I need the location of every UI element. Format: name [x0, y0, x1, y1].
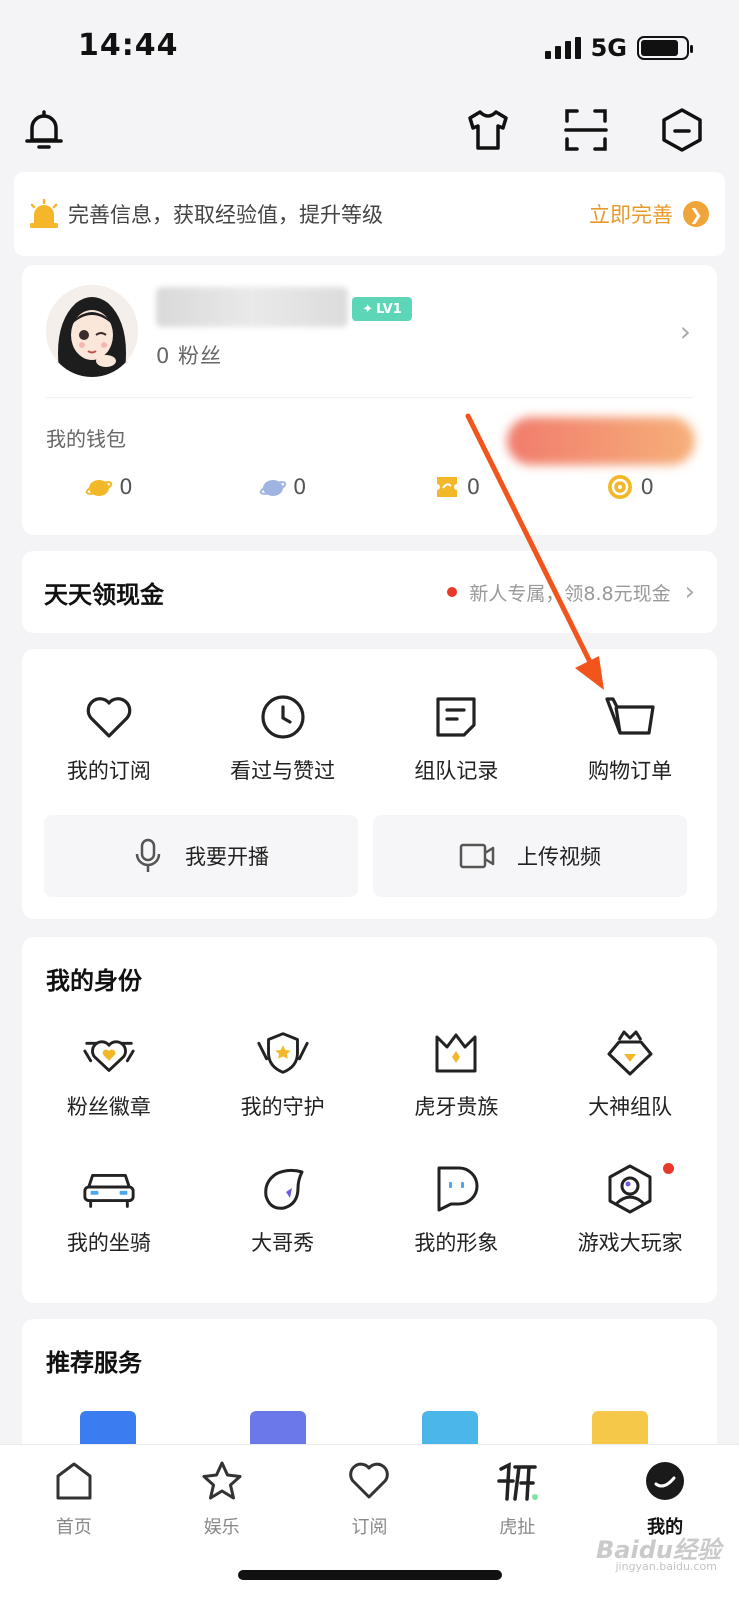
nav-huche[interactable]: 虎扯 [443, 1459, 591, 1539]
home-indicator [238, 1570, 502, 1580]
game-player-button[interactable]: 游戏大玩家 [543, 1161, 717, 1257]
ticket-icon [436, 477, 457, 497]
my-mount-button[interactable]: 我的坐骑 [22, 1161, 196, 1257]
identity-card: 我的身份 粉丝徽章 我的守护 虎牙贵族 大神组队 我的坐骑 大哥秀 我的形象 游… [22, 937, 717, 1303]
shopping-orders-button[interactable]: 购物订单 [543, 689, 717, 785]
avatar-image-icon [437, 1166, 479, 1212]
daily-cash-row[interactable]: 天天领现金 新人专属，领8.8元现金 › [22, 551, 717, 633]
team-records-button[interactable]: 组队记录 [370, 689, 544, 785]
history-likes-button[interactable]: 看过与赞过 [196, 689, 370, 785]
status-indicators: 5G [544, 34, 693, 62]
signal-icon [544, 37, 581, 59]
level-badge: ✦ LV1 [352, 297, 412, 321]
wallet-label: 我的钱包 [46, 427, 126, 451]
wallet-item-gold-bean[interactable]: 0 [22, 473, 196, 501]
divider [46, 397, 693, 398]
identity-title: 我的身份 [46, 967, 142, 995]
nav-entertainment[interactable]: 娱乐 [148, 1459, 296, 1539]
red-dot [663, 1163, 675, 1174]
nav-home[interactable]: 首页 [0, 1459, 148, 1539]
video-camera-icon [459, 843, 495, 869]
heart-icon [349, 1462, 390, 1499]
watermark-url: jingyan.baidu.com [615, 1560, 717, 1573]
profile-card: ✦ LV1 0 粉丝 › 我的钱包 0 0 0 0 [22, 265, 717, 535]
network-label: 5G [590, 34, 627, 62]
silver-bean-icon [259, 480, 287, 496]
status-time: 14:44 [78, 28, 179, 63]
complete-info-banner[interactable]: 完善信息，获取经验值，提升等级 立即完善 ❯ [14, 172, 725, 256]
crown-icon [435, 1033, 477, 1073]
huya-noble-button[interactable]: 虎牙贵族 [370, 1025, 544, 1121]
cart-icon [605, 697, 655, 735]
tshirt-icon[interactable] [464, 106, 512, 154]
game-player-icon [608, 1164, 652, 1214]
guard-icon [257, 1032, 309, 1074]
home-icon [56, 1462, 92, 1500]
alarm-bell-icon [30, 199, 58, 228]
avatar[interactable] [46, 285, 138, 377]
microphone-icon [135, 838, 161, 872]
huche-icon [497, 1462, 539, 1501]
clock-icon [261, 695, 305, 739]
coin-icon [608, 475, 633, 499]
go-live-button[interactable]: 我要开播 [44, 815, 358, 897]
quick-actions-card: 我的订阅 看过与赞过 组队记录 购物订单 我要开播 上传视频 [22, 649, 717, 919]
daily-cash-title: 天天领现金 [44, 580, 164, 609]
gold-bean-icon [85, 480, 113, 496]
recommend-title: 推荐服务 [46, 1349, 142, 1377]
fans-count[interactable]: 0 粉丝 [156, 340, 222, 370]
wallet-item-coin[interactable]: 0 [543, 473, 717, 501]
chevron-right-icon[interactable]: › [680, 315, 691, 348]
master-team-button[interactable]: 大神组队 [543, 1025, 717, 1121]
red-dot [447, 587, 458, 597]
battery-icon [637, 36, 693, 60]
chevron-right-icon[interactable]: ❯ [683, 201, 709, 227]
my-subscriptions-button[interactable]: 我的订阅 [22, 689, 196, 785]
username-blurred [156, 287, 348, 327]
me-icon [646, 1462, 685, 1500]
my-guard-button[interactable]: 我的守护 [196, 1025, 370, 1121]
hexagon-minus-icon[interactable] [658, 106, 706, 154]
daily-cash-subtitle: 新人专属，领8.8元现金 [469, 582, 671, 605]
nav-subscribe[interactable]: 订阅 [296, 1459, 444, 1539]
banner-text: 完善信息，获取经验值，提升等级 [68, 203, 383, 227]
big-brother-show-icon [263, 1168, 304, 1210]
star-icon [202, 1461, 242, 1500]
wallet-items: 0 0 0 0 [22, 473, 717, 501]
note-icon [436, 697, 476, 737]
wallet-promo-blurred[interactable] [507, 417, 695, 465]
big-brother-show-button[interactable]: 大哥秀 [196, 1161, 370, 1257]
fan-badge-icon [83, 1040, 135, 1072]
wallet-item-silver-bean[interactable]: 0 [196, 473, 370, 501]
complete-now-link[interactable]: 立即完善 [589, 199, 673, 229]
fan-badge-button[interactable]: 粉丝徽章 [22, 1025, 196, 1121]
chevron-right-icon: › [684, 577, 695, 607]
car-icon [83, 1174, 135, 1208]
my-image-button[interactable]: 我的形象 [370, 1161, 544, 1257]
sparkle-icon: ✦ [362, 301, 374, 317]
nav-me[interactable]: 我的 [591, 1459, 739, 1539]
bell-icon[interactable] [20, 106, 68, 154]
master-team-icon [607, 1030, 653, 1076]
upload-video-button[interactable]: 上传视频 [373, 815, 687, 897]
heart-icon [86, 697, 132, 738]
wallet-item-ticket[interactable]: 0 [370, 473, 544, 501]
scan-icon[interactable] [562, 106, 610, 154]
